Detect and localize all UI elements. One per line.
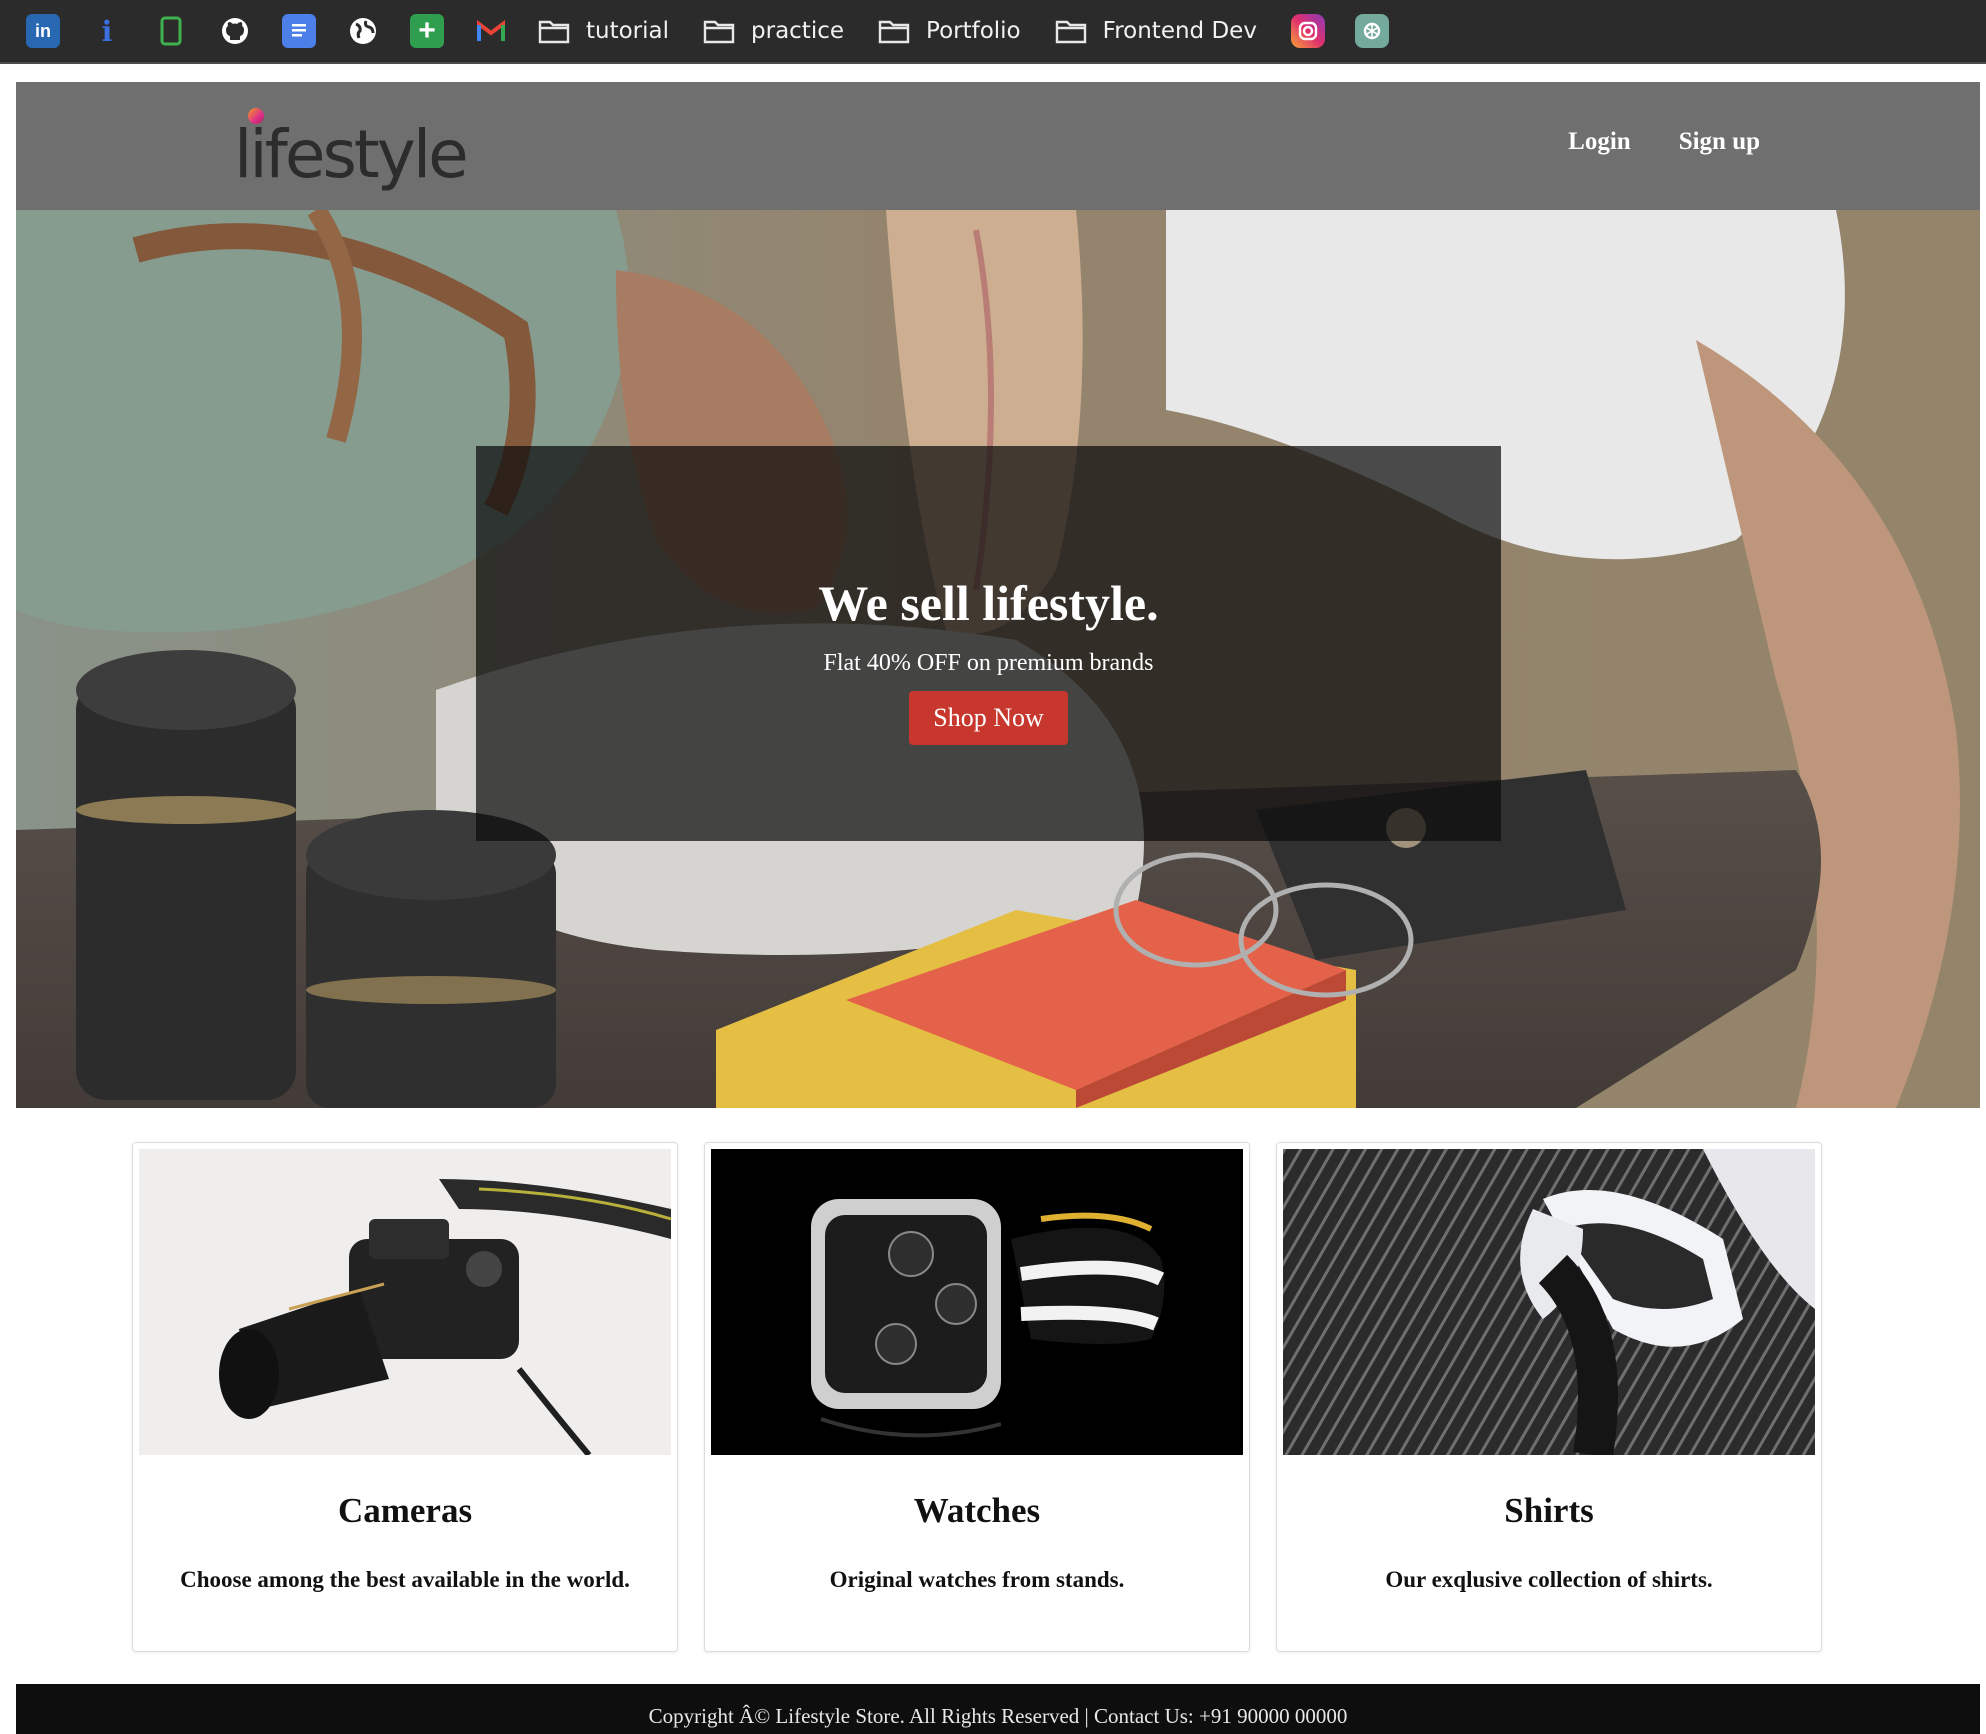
logo-text: lifestyle bbox=[234, 116, 469, 193]
hero-banner: We sell lifestyle. Flat 40% OFF on premi… bbox=[16, 210, 1980, 1108]
folder-icon bbox=[703, 20, 735, 44]
shirt-image bbox=[1283, 1149, 1815, 1455]
docs-icon[interactable] bbox=[282, 14, 316, 48]
login-link[interactable]: Login bbox=[1568, 128, 1631, 156]
footer: Copyright Â© Lifestyle Store. All Rights… bbox=[16, 1684, 1980, 1734]
folder-label: tutorial bbox=[586, 18, 670, 44]
footer-text: Copyright Â© Lifestyle Store. All Rights… bbox=[648, 1703, 1348, 1728]
card-text: Original watches from stands. bbox=[829, 1567, 1125, 1592]
nav-links: Login Sign up bbox=[1520, 128, 1760, 156]
folder-icon bbox=[1055, 20, 1086, 44]
globe-icon[interactable] bbox=[346, 14, 380, 48]
linkedin-icon[interactable]: in bbox=[26, 14, 60, 48]
hero-subtitle: Flat 40% OFF on premium brands bbox=[823, 650, 1154, 676]
signup-link[interactable]: Sign up bbox=[1679, 128, 1760, 156]
chatgpt-icon[interactable] bbox=[1354, 14, 1389, 48]
bookmark-folder-portfolio[interactable]: Portfolio bbox=[878, 18, 1021, 44]
tablet-icon[interactable] bbox=[154, 14, 188, 48]
card-title: Cameras bbox=[337, 1491, 473, 1530]
card-shirts[interactable]: Shirts Our exqlusive collection of shirt… bbox=[1276, 1142, 1822, 1652]
sheets-plus-icon[interactable]: + bbox=[410, 14, 444, 48]
folder-label: Portfolio bbox=[926, 18, 1021, 44]
folder-label: practice bbox=[751, 18, 845, 44]
folder-icon bbox=[538, 20, 570, 44]
logo-dot-icon bbox=[248, 108, 264, 124]
card-text: Choose among the best available in the w… bbox=[180, 1567, 630, 1592]
folder-label: Frontend Dev bbox=[1102, 18, 1257, 44]
webpage: lifestyle Login Sign up We sell lifestyl… bbox=[16, 82, 1980, 1734]
hero-caption-box: We sell lifestyle. Flat 40% OFF on premi… bbox=[476, 446, 1501, 841]
product-cards: Cameras Choose among the best available … bbox=[132, 1142, 1822, 1654]
camera-image bbox=[139, 1149, 671, 1455]
navbar: lifestyle Login Sign up bbox=[16, 82, 1980, 210]
info-icon[interactable]: i bbox=[90, 14, 124, 48]
bookmarks-bar: in i + tutorial practice Portfolio Front… bbox=[0, 0, 1986, 64]
brand-logo[interactable]: lifestyle bbox=[234, 102, 469, 193]
card-cameras[interactable]: Cameras Choose among the best available … bbox=[132, 1142, 678, 1652]
folder-icon bbox=[878, 20, 910, 44]
instagram-icon[interactable] bbox=[1290, 14, 1325, 48]
hero-title: We sell lifestyle. bbox=[818, 575, 1159, 631]
bookmark-folder-practice[interactable]: practice bbox=[703, 18, 844, 44]
gmail-icon[interactable] bbox=[474, 14, 508, 48]
card-title: Shirts bbox=[1504, 1491, 1594, 1530]
card-text: Our exqlusive collection of shirts. bbox=[1385, 1567, 1713, 1592]
card-watches[interactable]: Watches Original watches from stands. bbox=[704, 1142, 1250, 1652]
card-title: Watches bbox=[913, 1491, 1041, 1530]
watch-image bbox=[711, 1149, 1243, 1455]
github-icon[interactable] bbox=[218, 14, 252, 48]
shop-now-button[interactable]: Shop Now bbox=[909, 691, 1068, 745]
bookmark-folder-tutorial[interactable]: tutorial bbox=[538, 18, 669, 44]
bookmark-folder-frontend-dev[interactable]: Frontend Dev bbox=[1055, 18, 1257, 44]
